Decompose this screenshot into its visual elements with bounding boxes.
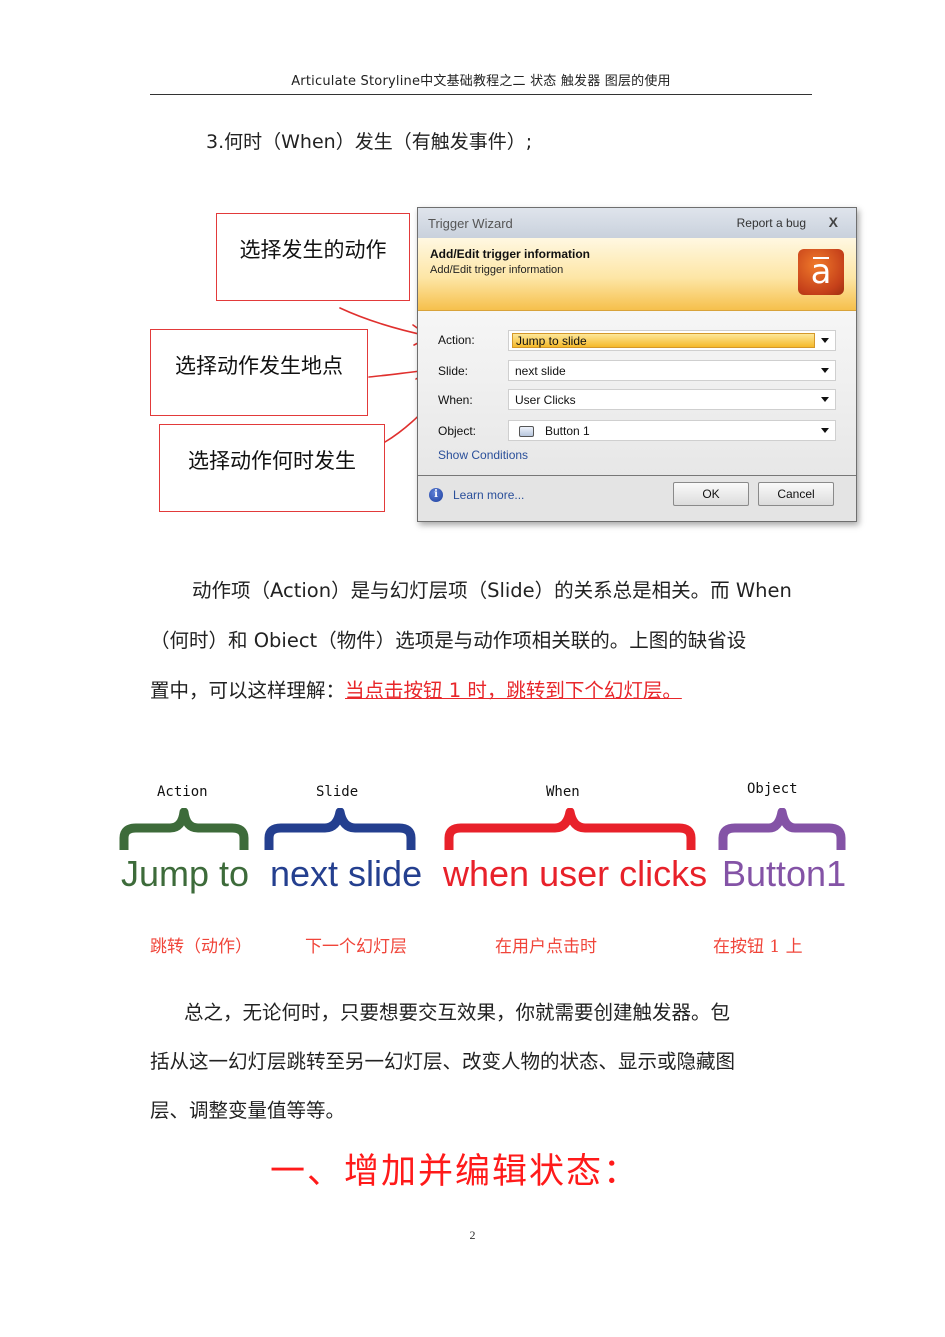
- button-shape-icon: [519, 426, 534, 437]
- breakdown-text-action: Jump to: [121, 853, 250, 894]
- chevron-down-icon[interactable]: [821, 338, 829, 343]
- paragraph-line: 括从这一幻灯层跳转至另一幻灯层、改变人物的状态、显示或隐藏图: [150, 1050, 736, 1073]
- callout-slide: 选择动作发生地点: [150, 329, 368, 416]
- action-value: Jump to slide: [516, 334, 587, 348]
- translation-action: 跳转（动作）: [150, 937, 252, 957]
- object-label: Object:: [438, 424, 477, 438]
- paragraph-line: 动作项（Action）是与幻灯层项（Slide）的关系总是相关。而 When: [192, 579, 792, 602]
- when-select[interactable]: User Clicks: [508, 389, 836, 410]
- running-header: Articulate Storyline中文基础教程之二 状态 触发器 图层的使…: [291, 74, 671, 89]
- learn-more-link[interactable]: Learn more...: [453, 488, 524, 502]
- section-heading: 一、增加并编辑状态：: [270, 1152, 641, 1192]
- trigger-wizard-dialog: Trigger Wizard Report a bug X Add/Edit t…: [417, 207, 857, 522]
- callout-slide-text: 选择动作发生地点: [175, 354, 343, 378]
- dialog-footer: i Learn more... OK Cancel: [418, 476, 856, 521]
- dialog-titlebar: Trigger Wizard Report a bug X: [418, 208, 856, 238]
- header-divider: [150, 94, 812, 95]
- dialog-title: Trigger Wizard: [428, 216, 513, 231]
- slide-label: Slide:: [438, 364, 469, 378]
- slide-select[interactable]: next slide: [508, 360, 836, 381]
- callout-action-text: 选择发生的动作: [239, 238, 387, 262]
- chevron-down-icon[interactable]: [821, 368, 829, 373]
- articulate-logo-icon: a: [798, 249, 844, 295]
- breakdown-label-when: When: [546, 784, 580, 800]
- dialog-body: Action: Jump to slide Slide: next slide …: [418, 311, 856, 475]
- breakdown-label-action: Action: [157, 784, 208, 800]
- breakdown-label-object: Object: [747, 781, 798, 797]
- object-select[interactable]: Button 1: [508, 420, 836, 441]
- when-value: User Clicks: [515, 393, 576, 407]
- callout-when-text: 选择动作何时发生: [188, 449, 356, 473]
- action-label: Action:: [438, 333, 475, 347]
- action-select[interactable]: Jump to slide: [508, 330, 836, 351]
- document-page: Articulate Storyline中文基础教程之二 状态 触发器 图层的使…: [0, 0, 945, 1337]
- paragraph-line: 总之，无论何时，只要想要交互效果，你就需要创建触发器。包: [184, 1001, 731, 1024]
- highlighted-explanation: 当点击按钮 1 时，跳转到下个幻灯层。: [345, 679, 682, 702]
- dialog-banner: Add/Edit trigger information Add/Edit tr…: [418, 238, 856, 311]
- translation-slide: 下一个幻灯层: [305, 937, 407, 957]
- report-bug-link[interactable]: Report a bug: [737, 216, 806, 230]
- step-heading: 3.何时（When）发生（有触发事件）;: [206, 131, 533, 153]
- brace-action: [119, 808, 249, 850]
- show-conditions-link[interactable]: Show Conditions: [438, 448, 528, 462]
- close-icon[interactable]: X: [829, 214, 838, 230]
- banner-subtitle: Add/Edit trigger information: [430, 264, 564, 276]
- brace-when: [444, 808, 696, 850]
- breakdown-text-slide: next slide: [270, 853, 423, 894]
- paragraph-line: （何时）和 Obiect（物件）选项是与动作项相关联的。上图的缺省设: [150, 629, 747, 652]
- when-label: When:: [438, 393, 473, 407]
- slide-value: next slide: [515, 364, 566, 378]
- callout-action: 选择发生的动作: [216, 213, 410, 301]
- banner-title: Add/Edit trigger information: [430, 247, 590, 261]
- chevron-down-icon[interactable]: [821, 428, 829, 433]
- page-number: 2: [469, 1228, 476, 1242]
- paragraph-line-prefix: 置中，可以这样理解：: [150, 679, 346, 702]
- chevron-down-icon[interactable]: [821, 397, 829, 402]
- cancel-button[interactable]: Cancel: [758, 482, 834, 506]
- paragraph-line: 层、调整变量值等等。: [150, 1099, 346, 1122]
- paragraph-line: 置中，可以这样理解：当点击按钮 1 时，跳转到下个幻灯层。: [150, 674, 682, 703]
- breakdown-text-object: Button1: [722, 853, 847, 894]
- breakdown-label-slide: Slide: [316, 784, 359, 800]
- breakdown-text-when: when user clicks: [443, 853, 708, 894]
- ok-button[interactable]: OK: [673, 482, 749, 506]
- annotation-arrows: [339, 307, 439, 443]
- object-value: Button 1: [545, 424, 590, 438]
- info-icon: i: [429, 488, 443, 502]
- translation-object: 在按钮 1 上: [713, 937, 803, 957]
- translation-when: 在用户点击时: [495, 937, 597, 957]
- brace-slide: [264, 808, 416, 850]
- brace-object: [718, 808, 846, 850]
- callout-when: 选择动作何时发生: [159, 424, 385, 512]
